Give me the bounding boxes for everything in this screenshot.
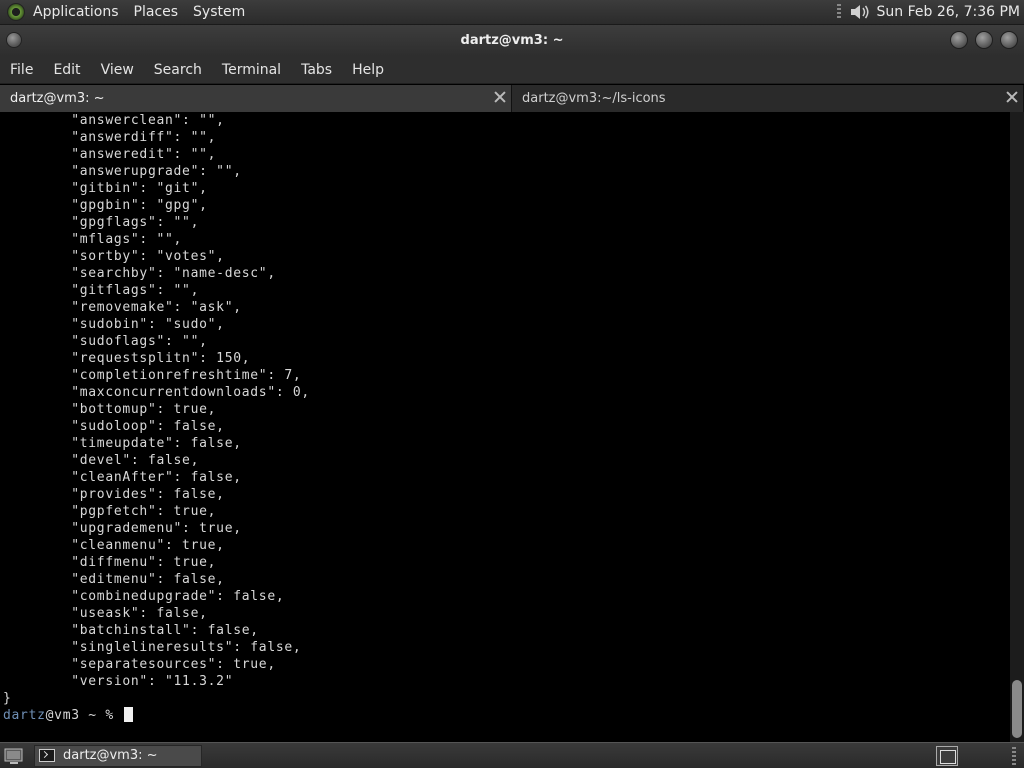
terminal-line: "searchby": "name-desc", [3,266,276,281]
terminal-line: "timeupdate": false, [3,436,242,451]
panel-drag-handle[interactable] [1012,747,1016,765]
menu-tabs[interactable]: Tabs [291,62,342,78]
terminal-line: "bottomup": true, [3,402,217,417]
prompt-symbol: ~ % [79,708,123,723]
close-window-button[interactable] [1000,31,1018,49]
menu-search[interactable]: Search [144,62,212,78]
prompt-line[interactable]: dartz@vm3 ~ % [3,707,1010,724]
text-cursor [124,707,134,722]
terminal-line: "combinedupgrade": false, [3,589,285,604]
panel-tray: Sun Feb 26, 7:36 PM [836,0,1024,24]
menu-view[interactable]: View [91,62,144,78]
terminal-line: "cleanAfter": false, [3,470,242,485]
tab-bar: dartz@vm3: ~ dartz@vm3:~/ls-icons [0,85,1024,112]
terminal-area[interactable]: "answerclean": "", "answerdiff": "", "an… [0,112,1010,742]
terminal-line: "editmenu": false, [3,572,225,587]
terminal-line: "gitflags": "", [3,283,200,298]
menu-file[interactable]: File [0,62,43,78]
terminal-line: "cleanmenu": true, [3,538,225,553]
volume-icon[interactable] [849,2,871,22]
terminal-line: "answerdiff": "", [3,130,217,145]
terminal-line: "sortby": "votes", [3,249,225,264]
applications-menu[interactable]: Applications [33,4,119,20]
terminal-line: "requestsplitn": 150, [3,351,251,366]
terminal-scrollbar[interactable] [1010,112,1024,742]
terminal-line: "version": "11.3.2" [3,674,234,689]
panel-drag-handle[interactable] [836,4,841,20]
close-icon[interactable] [1006,91,1018,103]
window-titlebar[interactable]: dartz@vm3: ~ [0,25,1024,56]
terminal-line: "devel": false, [3,453,200,468]
menu-terminal[interactable]: Terminal [212,62,291,78]
prompt-host: @vm3 [45,708,80,723]
terminal-line: "pgpfetch": true, [3,504,217,519]
minimize-button[interactable] [950,31,968,49]
menubar: File Edit View Search Terminal Tabs Help [0,56,1024,84]
places-menu[interactable]: Places [134,4,179,20]
taskbar-window-button[interactable]: dartz@vm3: ~ [34,744,202,767]
terminal-line: "completionrefreshtime": 7, [3,368,302,383]
terminal-output: "answerclean": "", "answerdiff": "", "an… [3,112,1010,707]
terminal-line: "gpgflags": "", [3,215,200,230]
menu-edit[interactable]: Edit [43,62,90,78]
terminal-line: "upgrademenu": true, [3,521,242,536]
terminal-line: "mflags": "", [3,232,183,247]
show-desktop-icon[interactable] [4,747,24,765]
taskbar-window-label: dartz@vm3: ~ [63,748,158,763]
terminal-line: "answerclean": "", [3,113,225,128]
menu-help[interactable]: Help [342,62,394,78]
bottom-panel: dartz@vm3: ~ [0,742,1024,768]
terminal-line: "diffmenu": true, [3,555,217,570]
close-icon[interactable] [494,91,506,103]
terminal-line: "gpgbin": "gpg", [3,198,208,213]
tab-ls-icons[interactable]: dartz@vm3:~/ls-icons [512,85,1024,112]
terminal-line: } [3,691,12,706]
terminal-line: "answerupgrade": "", [3,164,242,179]
terminal-line: "gitbin": "git", [3,181,208,196]
terminal-line: "answeredit": "", [3,147,217,162]
clock[interactable]: Sun Feb 26, 7:36 PM [877,4,1020,20]
terminal-line: "provides": false, [3,487,225,502]
terminal-line: "separatesources": true, [3,657,276,672]
distro-logo-icon[interactable] [7,3,25,21]
terminal-line: "sudoflags": "", [3,334,208,349]
system-menu[interactable]: System [193,4,245,20]
terminal-line: "batchinstall": false, [3,623,259,638]
prompt-user: dartz [3,708,46,723]
tab-home[interactable]: dartz@vm3: ~ [0,85,512,112]
maximize-button[interactable] [975,31,993,49]
window-title: dartz@vm3: ~ [460,33,564,48]
tab-label: dartz@vm3: ~ [10,91,105,106]
scrollbar-thumb[interactable] [1012,680,1022,738]
tab-label: dartz@vm3:~/ls-icons [522,91,666,106]
terminal-line: "singlelineresults": false, [3,640,302,655]
workspace-switcher-icon[interactable] [936,746,958,766]
terminal-line: "removemake": "ask", [3,300,242,315]
terminal-line: "sudobin": "sudo", [3,317,225,332]
terminal-line: "maxconcurrentdownloads": 0, [3,385,310,400]
terminal-line: "useask": false, [3,606,208,621]
top-panel: Applications Places System Sun Feb 26, 7… [0,0,1024,25]
terminal-icon [39,749,55,762]
terminal-line: "sudoloop": false, [3,419,225,434]
window-menu-button[interactable] [6,32,22,48]
